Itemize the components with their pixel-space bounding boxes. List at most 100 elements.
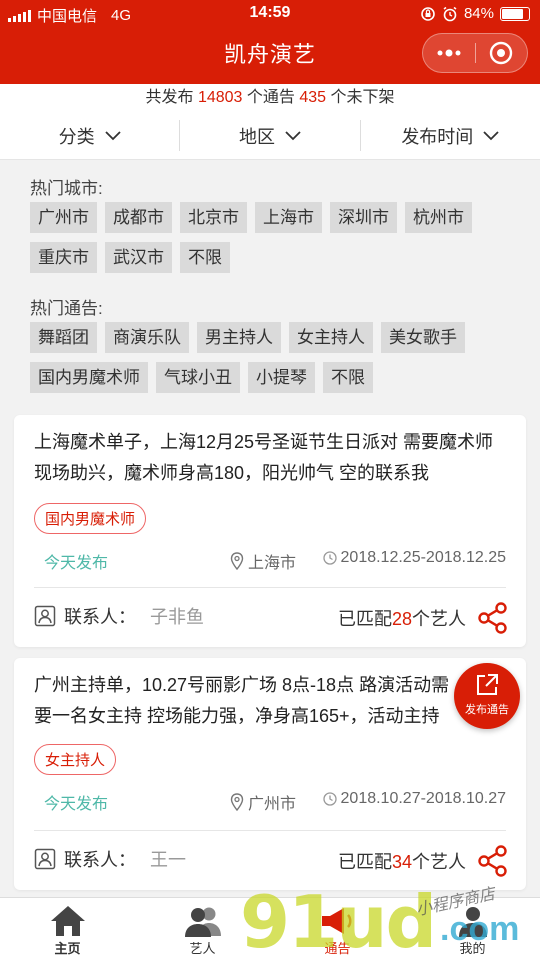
filter-label: 分类 <box>58 126 95 147</box>
posted-label: 今天发布 <box>44 796 109 813</box>
city-tag[interactable]: 不限 <box>180 242 230 273</box>
clock-icon <box>322 792 337 806</box>
artists-icon <box>184 907 221 937</box>
share-icon[interactable] <box>476 844 510 878</box>
notice-tag[interactable]: 女主持人 <box>289 322 373 353</box>
hot-notices-title: 热门通告: <box>30 299 103 318</box>
close-miniprogram-button[interactable] <box>476 34 528 72</box>
publish-notice-button[interactable]: 发布通告 <box>454 663 520 729</box>
city-tag[interactable]: 重庆市 <box>30 242 97 273</box>
tab-label: 通告 <box>324 941 351 956</box>
matched-count: 已匹配28个艺人 <box>338 605 466 631</box>
city-tag[interactable]: 深圳市 <box>330 202 397 233</box>
external-edit-icon <box>477 674 498 695</box>
match-number: 28 <box>391 609 412 629</box>
filter-region[interactable]: 地区 <box>180 120 361 151</box>
tab-label: 我的 <box>459 941 486 956</box>
publish-notice-label: 发布通告 <box>465 704 509 716</box>
tab-profile[interactable]: 我的 <box>405 898 540 960</box>
notice-tag[interactable]: 不限 <box>323 362 373 393</box>
match-prefix: 已匹配 <box>337 609 392 629</box>
tab-label: 主页 <box>54 941 81 956</box>
share-icon[interactable] <box>476 601 510 635</box>
notice-meta: 今天发布 广州市 2018.10.27-2018.10.27 <box>14 790 506 814</box>
lock-rotation-icon <box>421 6 435 21</box>
chevron-down-icon <box>105 130 121 140</box>
match-suffix: 个艺人 <box>412 852 466 872</box>
dates-text: 2018.12.25-2018.12.25 <box>340 549 506 566</box>
notice-tag[interactable]: 气球小丑 <box>156 362 240 393</box>
match-number: 34 <box>391 852 412 872</box>
city-tag[interactable]: 广州市 <box>30 202 97 233</box>
tab-notices[interactable]: 通告 <box>270 898 405 960</box>
tab-home[interactable]: 主页 <box>0 898 135 960</box>
matched-count: 已匹配34个艺人 <box>338 848 466 874</box>
location-text: 广州市 <box>247 796 296 813</box>
hot-notices-section: 热门通告: 舞蹈团 商演乐队 男主持人 女主持人 美女歌手国内男魔术师 气球小丑 小提琴 不限 <box>30 294 510 393</box>
contact-name: 子非鱼 <box>150 607 204 627</box>
tab-label: 艺人 <box>189 941 216 956</box>
more-button[interactable] <box>423 34 475 72</box>
notice-tag[interactable]: 男主持人 <box>197 322 281 353</box>
notice-location: 上海市 <box>230 549 296 573</box>
city-tag[interactable]: 成都市 <box>105 202 172 233</box>
filter-publish-time[interactable]: 发布时间 <box>361 120 540 151</box>
posted-label: 今天发布 <box>44 555 109 572</box>
dates-text: 2018.10.27-2018.10.27 <box>340 790 506 807</box>
notice-dates: 2018.10.27-2018.10.27 <box>322 790 506 808</box>
notice-tag[interactable]: 国内男魔术师 <box>30 362 148 393</box>
profile-icon <box>458 907 487 937</box>
contact-card-icon <box>34 848 56 870</box>
match-suffix: 个艺人 <box>412 609 466 629</box>
hot-notices-tags: 舞蹈团 商演乐队 男主持人 女主持人 美女歌手国内男魔术师 气球小丑 小提琴 不限 <box>30 322 510 393</box>
top-bar: 中国电信 4G 14:59 84% 凯舟演艺 <box>0 0 540 84</box>
hot-cities-title: 热门城市: <box>30 179 103 198</box>
notice-location: 广州市 <box>230 790 296 814</box>
notice-text: 上海魔术单子，上海12月25号圣诞节生日派对 需要魔术师现场助兴，魔术师身高18… <box>34 432 494 483</box>
match-prefix: 已匹配 <box>337 852 392 872</box>
miniprogram-capsule <box>422 33 528 73</box>
city-tag[interactable]: 武汉市 <box>105 242 172 273</box>
home-icon <box>50 906 85 936</box>
location-text: 上海市 <box>247 555 296 572</box>
notice-text: 广州主持单，10.27号丽影广场 8点-18点 路演活动需要一名女主持 控场能力… <box>34 675 450 726</box>
more-dots-icon <box>437 49 461 57</box>
notice-tag[interactable]: 小提琴 <box>248 362 315 393</box>
notice-tag[interactable]: 舞蹈团 <box>30 322 97 353</box>
notice-category-badge: 国内男魔术师 <box>34 503 147 534</box>
filter-category[interactable]: 分类 <box>0 120 181 151</box>
hot-cities-section: 热门城市: 广州市 成都市 北京市 上海市 深圳市 杭州市重庆市 武汉市 不限 <box>30 174 510 273</box>
city-tag[interactable]: 上海市 <box>255 202 322 233</box>
stats-pending: 435 <box>299 89 327 106</box>
clock-icon <box>322 551 337 565</box>
alarm-icon <box>443 6 457 21</box>
city-tag[interactable]: 北京市 <box>180 202 247 233</box>
notice-tag[interactable]: 商演乐队 <box>105 322 189 353</box>
notice-card[interactable]: 广州主持单，10.27号丽影广场 8点-18点 路演活动需要一名女主持 控场能力… <box>14 658 526 890</box>
contact-name: 王一 <box>150 850 186 870</box>
city-tag[interactable]: 杭州市 <box>405 202 472 233</box>
notice-card[interactable]: 上海魔术单子，上海12月25号圣诞节生日派对 需要魔术师现场助兴，魔术师身高18… <box>14 415 526 647</box>
tab-artists[interactable]: 艺人 <box>135 898 270 960</box>
notice-contact: 联系人： 王一 <box>34 846 186 872</box>
stats-prefix: 共发布 <box>145 89 194 106</box>
target-close-icon <box>490 41 513 65</box>
contact-label: 联系人： <box>64 850 136 870</box>
chevron-down-icon <box>483 130 499 140</box>
chevron-down-icon <box>285 130 301 140</box>
stats-total: 14803 <box>197 89 243 106</box>
notice-category-badge: 女主持人 <box>34 744 117 775</box>
stats-suffix: 个未下架 <box>330 89 395 106</box>
megaphone-icon <box>321 908 351 934</box>
notice-contact: 联系人： 子非鱼 <box>34 603 204 629</box>
publish-stats: 共发布 14803 个通告 435 个未下架 <box>0 84 540 112</box>
notice-dates: 2018.12.25-2018.12.25 <box>322 549 506 567</box>
location-pin-icon <box>230 793 244 811</box>
filter-label: 发布时间 <box>401 126 474 147</box>
notice-tag[interactable]: 美女歌手 <box>381 322 465 353</box>
filter-bar: 分类 地区 发布时间 <box>0 112 540 160</box>
filter-label: 地区 <box>238 126 275 147</box>
location-pin-icon <box>230 552 244 570</box>
tab-bar: 主页 艺人 通告 我的 <box>0 897 540 960</box>
status-bar: 中国电信 4G 14:59 84% <box>0 0 540 28</box>
